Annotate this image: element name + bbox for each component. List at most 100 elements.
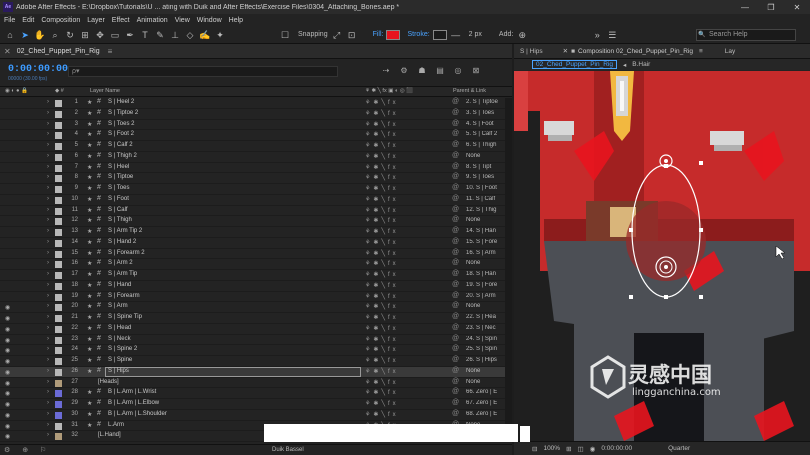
parent-pickwhip-icon[interactable]: @ <box>452 281 459 288</box>
layer-switches-icon[interactable]: ⚘✱╲fx <box>365 357 399 364</box>
parent-pickwhip-icon[interactable]: @ <box>452 109 459 116</box>
puppet-pin-tool-icon[interactable]: ✦ <box>214 29 226 41</box>
layer-switches-icon[interactable]: ⚘✱╲fx <box>365 174 399 181</box>
shape-tool-icon[interactable]: ▭ <box>109 29 121 41</box>
parent-pickwhip-icon[interactable]: @ <box>452 216 459 223</box>
expand-arrow-icon[interactable]: › <box>47 411 49 417</box>
graph-editor-icon[interactable]: ⊠ <box>470 66 482 77</box>
layer-name[interactable]: S | Spine Tip <box>108 314 142 320</box>
visibility-eye-icon[interactable]: ◉ <box>5 423 10 430</box>
parent-pickwhip-icon[interactable]: @ <box>452 98 459 105</box>
layer-row[interactable]: › 7 ★ # S | Heel ⚘✱╲fx @8. S | Tipt <box>0 163 512 174</box>
rotate-tool-icon[interactable]: ↻ <box>64 29 76 41</box>
parent-dropdown[interactable]: 6. S | Thigh <box>466 142 506 148</box>
stroke-width-value[interactable]: 2 px <box>469 31 482 38</box>
parent-pickwhip-icon[interactable]: @ <box>452 335 459 342</box>
label-color-swatch[interactable] <box>55 239 62 247</box>
snap-option-icon[interactable]: ⤢ <box>331 29 343 41</box>
visibility-eye-icon[interactable]: ◉ <box>5 315 10 322</box>
expand-arrow-icon[interactable]: › <box>47 217 49 223</box>
layer-row[interactable]: › 6 ★ # S | Thigh 2 ⚘✱╲fx @ None <box>0 152 512 163</box>
parent-pickwhip-icon[interactable]: @ <box>452 367 459 374</box>
label-color-swatch[interactable] <box>55 390 62 398</box>
expand-arrow-icon[interactable]: › <box>47 260 49 266</box>
parent-dropdown[interactable]: 22. S | Hea <box>466 314 506 320</box>
expand-arrow-icon[interactable]: › <box>47 357 49 363</box>
selection-tool-icon[interactable]: ➤ <box>19 29 31 41</box>
footer-toggle-icons[interactable]: ⚙ ⊕ ⚐ <box>4 446 51 454</box>
layer-name[interactable]: [L.Hand] <box>98 432 121 438</box>
expand-arrow-icon[interactable]: › <box>47 207 49 213</box>
layer-name[interactable]: S | Foot 2 <box>108 131 134 137</box>
parent-dropdown[interactable]: 20. S | Arm <box>466 293 506 299</box>
expand-arrow-icon[interactable]: › <box>47 325 49 331</box>
label-color-swatch[interactable] <box>55 175 62 183</box>
shy-layers-icon[interactable]: ☗ <box>416 66 428 77</box>
layer-row[interactable]: › 13 ★ # S | Arm Tip 2 ⚘✱╲fx @14. S | Han <box>0 227 512 238</box>
visibility-eye-icon[interactable]: ◉ <box>5 369 10 376</box>
expand-arrow-icon[interactable]: › <box>47 314 49 320</box>
layer-name[interactable]: [Heads] <box>98 379 119 385</box>
layer-name-header[interactable]: Layer Name <box>90 88 120 94</box>
layer-switches-icon[interactable]: ⚘✱╲fx <box>365 110 399 117</box>
label-color-swatch[interactable] <box>55 315 62 322</box>
menu-window[interactable]: Window <box>197 17 222 24</box>
layer-name[interactable]: S | Arm Tip <box>108 271 137 277</box>
layer-name[interactable]: S | Arm <box>108 303 128 309</box>
parent-dropdown[interactable]: 5. S | Calf 2 <box>466 131 506 137</box>
parent-link-header[interactable]: Parent & Link <box>453 88 486 94</box>
mask-visibility-icon[interactable]: ◫ <box>578 445 584 453</box>
layer-row[interactable]: ◉ › 21 ★ # S | Spine Tip ⚘✱╲fx @22. S | Hea <box>0 313 512 324</box>
layer-switches-icon[interactable]: ⚘✱╲fx <box>365 250 399 257</box>
layer-name[interactable]: S | Foot <box>108 196 129 202</box>
parent-dropdown[interactable]: 26. S | Hips <box>466 357 506 363</box>
expand-arrow-icon[interactable]: › <box>47 271 49 277</box>
visibility-eye-icon[interactable]: ◉ <box>5 401 10 408</box>
parent-dropdown[interactable]: 11. S | Calf <box>466 196 506 202</box>
parent-pickwhip-icon[interactable]: @ <box>452 206 459 213</box>
motion-blur-icon[interactable]: ◎ <box>452 66 464 77</box>
layer-name[interactable]: S | Toes <box>108 185 129 191</box>
parent-pickwhip-icon[interactable]: @ <box>452 345 459 352</box>
label-color-swatch[interactable] <box>55 164 62 172</box>
parent-pickwhip-icon[interactable]: @ <box>452 184 459 191</box>
layer-name[interactable]: S | Arm 2 <box>108 260 133 266</box>
layer-switches-icon[interactable]: ⚘✱╲fx <box>365 131 399 138</box>
stroke-color-swatch[interactable] <box>432 29 447 40</box>
layer-row[interactable]: › 11 ★ # S | Calf ⚘✱╲fx @12. S | Thig <box>0 206 512 217</box>
pen-tool-icon[interactable]: ✒ <box>124 29 136 41</box>
parent-dropdown[interactable]: 2. S | Tiptoe <box>466 99 506 105</box>
label-color-swatch[interactable] <box>55 422 62 430</box>
minimize-button[interactable]: — <box>732 3 758 12</box>
expand-arrow-icon[interactable]: › <box>47 432 49 438</box>
expand-arrow-icon[interactable]: › <box>47 164 49 170</box>
layer-row[interactable]: ◉ › 29 ★ # B | L.Arm | L.Elbow ⚘✱╲fx @67. Zero … <box>0 399 512 410</box>
expand-arrow-icon[interactable]: › <box>47 228 49 234</box>
label-color-swatch[interactable] <box>55 121 62 129</box>
label-color-swatch[interactable] <box>55 368 62 376</box>
layer-switches-icon[interactable]: ⚘✱╲fx <box>365 228 399 235</box>
layer-switches-icon[interactable]: ⚘✱╲fx <box>365 346 399 353</box>
layer-name[interactable]: S | Forearm 2 <box>108 250 145 256</box>
parent-dropdown[interactable]: 12. S | Thig <box>466 207 506 213</box>
search-help-input[interactable]: Search Help <box>696 29 796 41</box>
layer-switches-icon[interactable]: ⚘✱╲fx <box>365 411 399 418</box>
label-color-swatch[interactable] <box>55 304 62 312</box>
comp-flowchart-icon[interactable]: ⇢ <box>380 66 392 77</box>
layer-switches-icon[interactable]: ⚘✱╲fx <box>365 303 399 310</box>
layer-row[interactable]: › 9 ★ # S | Toes ⚘✱╲fx @10. S | Foot <box>0 184 512 195</box>
label-color-swatch[interactable] <box>55 358 62 365</box>
layer-row[interactable]: › 12 ★ # S | Thigh ⚘✱╲fx @ None <box>0 216 512 227</box>
layer-name[interactable]: S | Forearm <box>108 293 140 299</box>
layer-switches-icon[interactable]: ⚘✱╲fx <box>365 282 399 289</box>
layer-switches-icon[interactable]: ⚘✱╲fx <box>365 207 399 214</box>
expand-arrow-icon[interactable]: › <box>47 293 49 299</box>
layer-name[interactable]: S | Calf <box>108 207 128 213</box>
layer-row[interactable]: › 15 ★ # S | Forearm 2 ⚘✱╲fx @16. S | Arm <box>0 249 512 260</box>
parent-pickwhip-icon[interactable]: @ <box>452 152 459 159</box>
layer-name[interactable]: S | Neck <box>108 336 131 342</box>
parent-pickwhip-icon[interactable]: @ <box>452 259 459 266</box>
composition-tab[interactable]: Composition 02_Ched_Puppet_Pin_Rig <box>578 48 693 55</box>
layer-name[interactable]: S | Hand <box>108 282 131 288</box>
parent-dropdown[interactable]: 18. S | Han <box>466 271 506 277</box>
